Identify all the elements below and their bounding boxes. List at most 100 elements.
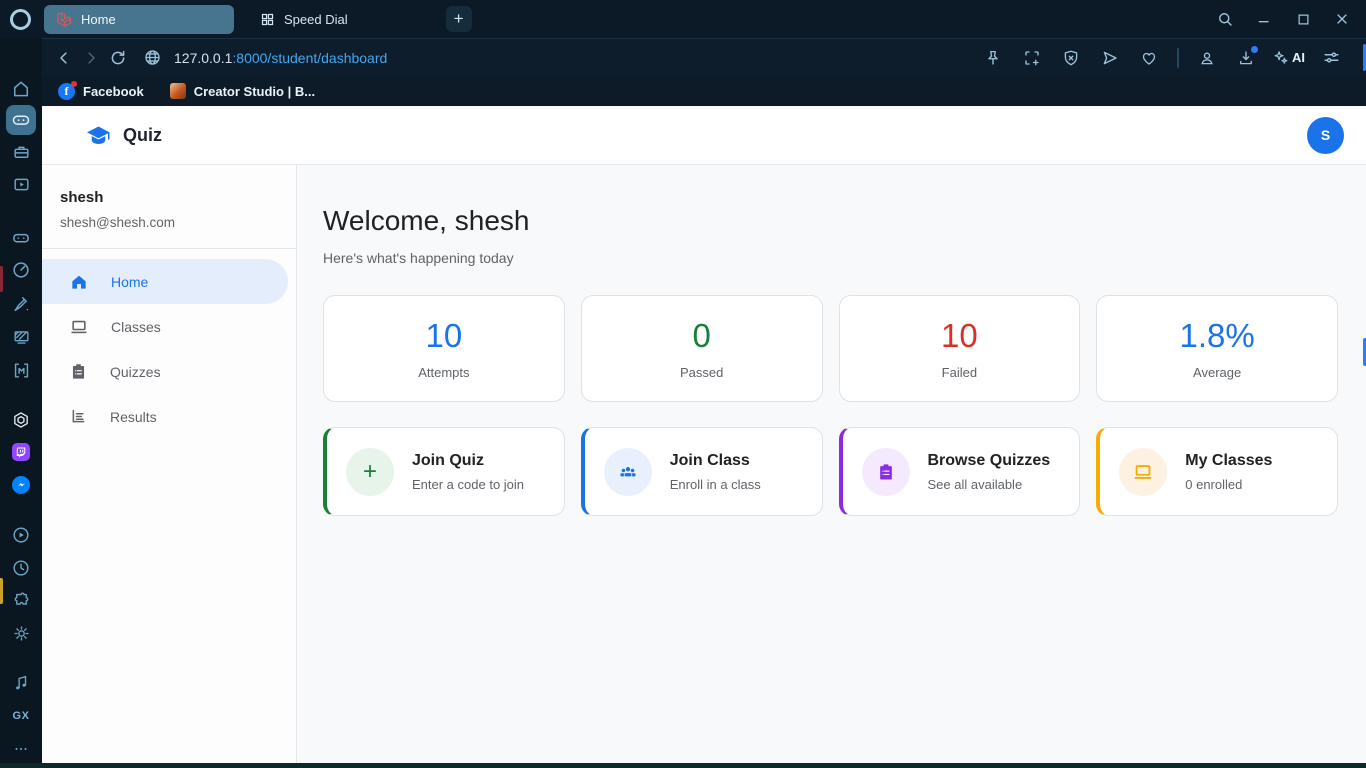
url-path: :8000/student/dashboard — [232, 49, 388, 66]
heart-icon[interactable] — [1136, 45, 1162, 71]
action-card-my-classes[interactable]: My Classes 0 enrolled — [1096, 427, 1338, 516]
stat-value: 1.8% — [1179, 317, 1255, 354]
main-content: Welcome, shesh Here's what's happening t… — [297, 165, 1366, 763]
laptop-icon — [69, 317, 89, 337]
bookmarks-bar: f Facebook Creator Studio | B... — [42, 76, 1366, 106]
avatar[interactable]: S — [1307, 116, 1344, 154]
action-subtitle: Enter a code to join — [412, 476, 525, 492]
clipboard-icon — [861, 447, 910, 496]
page-title: Quiz — [123, 124, 162, 145]
console-icon[interactable] — [6, 223, 36, 253]
tab-speed-dial[interactable]: Speed Dial — [250, 12, 358, 27]
sidebar-item-label: Classes — [111, 318, 161, 335]
minimize-icon[interactable] — [1250, 5, 1278, 33]
action-subtitle: Enroll in a class — [669, 476, 761, 492]
tab-label: Home — [81, 11, 116, 27]
stat-card-passed: 0 Passed — [580, 295, 823, 402]
extensions-puzzle-icon[interactable] — [6, 585, 36, 615]
url-field[interactable]: 127.0.0.1:8000/student/dashboard — [174, 50, 387, 66]
messenger-icon[interactable] — [6, 470, 36, 500]
laravel-favicon-icon — [56, 11, 72, 27]
wallpaper-icon[interactable] — [6, 322, 36, 352]
action-card-join-class[interactable]: Join Class Enroll in a class — [580, 427, 823, 516]
webpage: Quiz S shesh shesh@shesh.com Home Classe… — [42, 106, 1366, 763]
ai-button[interactable]: AI — [1272, 49, 1305, 66]
sidebar-item-classes[interactable]: Classes — [42, 304, 296, 349]
settings-gear-icon[interactable] — [6, 618, 36, 648]
window-controls — [1211, 5, 1366, 33]
action-card-browse-quizzes[interactable]: Browse Quizzes See all available — [838, 427, 1081, 516]
stat-value: 10 — [941, 317, 978, 354]
stat-card-attempts: 10 Attempts — [323, 295, 565, 402]
bookmark-facebook[interactable]: f Facebook — [58, 80, 144, 100]
play-circle-icon[interactable] — [6, 520, 36, 550]
video-popout-icon[interactable] — [6, 169, 36, 199]
address-bar-actions: AI — [980, 45, 1366, 71]
back-icon[interactable] — [50, 44, 77, 71]
action-title: Browse Quizzes — [927, 451, 1051, 469]
adblock-shield-icon[interactable] — [1058, 45, 1084, 71]
toolkit-icon[interactable] — [6, 137, 36, 167]
stat-card-failed: 10 Failed — [838, 295, 1081, 402]
music-note-icon[interactable] — [6, 668, 36, 698]
stats-row: 10 Attempts 0 Passed 10 Failed 1.8% Aver… — [323, 295, 1338, 402]
download-icon[interactable] — [1233, 45, 1259, 71]
stat-label: Failed — [941, 365, 978, 380]
page-header: Quiz S — [42, 106, 1366, 165]
chatgpt-icon[interactable] — [6, 405, 36, 435]
action-title: My Classes — [1185, 451, 1273, 469]
results-list-icon — [69, 407, 88, 426]
url-host: 127.0.0.1 — [174, 49, 233, 66]
search-icon[interactable] — [1211, 5, 1239, 33]
creator-studio-favicon-icon — [169, 83, 186, 99]
cleaner-broom-icon[interactable] — [6, 289, 36, 319]
plus-icon: + — [453, 9, 464, 28]
snapshot-icon[interactable] — [1019, 45, 1045, 71]
send-icon[interactable] — [1097, 45, 1123, 71]
history-clock-icon[interactable] — [6, 553, 36, 583]
opera-logo-icon[interactable] — [10, 8, 31, 30]
divider — [1177, 47, 1179, 68]
sidebar-item-results[interactable]: Results — [42, 394, 296, 439]
maximize-icon[interactable] — [1289, 5, 1317, 33]
stat-label: Passed — [679, 365, 724, 380]
page-body: shesh shesh@shesh.com Home Classes Quizz… — [42, 165, 1366, 763]
app-sidebar: shesh shesh@shesh.com Home Classes Quizz… — [42, 165, 297, 763]
action-card-join-quiz[interactable]: + Join Quiz Enter a code to join — [323, 427, 565, 516]
stat-value: 0 — [692, 317, 711, 354]
ai-label: AI — [1292, 50, 1305, 65]
laptop-icon — [1119, 447, 1168, 496]
pin-icon[interactable] — [980, 45, 1006, 71]
gx-label[interactable]: GX — [6, 701, 36, 731]
facebook-icon: f — [58, 80, 77, 100]
bookmark-creator-studio[interactable]: Creator Studio | B... — [169, 83, 315, 99]
reload-icon[interactable] — [104, 44, 131, 71]
stat-label: Attempts — [418, 365, 470, 380]
user-name: shesh — [60, 189, 104, 206]
new-tab-button[interactable]: + — [445, 6, 472, 32]
stat-label: Average — [1193, 365, 1242, 380]
tune-icon[interactable] — [1318, 45, 1344, 71]
forward-icon[interactable] — [77, 44, 104, 71]
more-dots-icon[interactable] — [6, 734, 36, 764]
gx-corner-controller-icon[interactable] — [6, 105, 36, 135]
action-subtitle: 0 enrolled — [1185, 476, 1243, 492]
close-icon[interactable] — [1328, 5, 1356, 33]
speedometer-icon[interactable] — [6, 255, 36, 285]
sidebar-item-home[interactable]: Home — [42, 259, 288, 304]
sidebar-item-label: Results — [110, 408, 157, 425]
home-icon[interactable] — [6, 74, 36, 104]
mods-icon[interactable] — [6, 355, 36, 385]
clipboard-icon — [69, 362, 88, 381]
twitch-icon[interactable] — [6, 437, 36, 467]
sidebar-nav: Home Classes Quizzes Results — [42, 259, 296, 439]
tab-home[interactable]: Home — [44, 4, 234, 34]
profile-icon[interactable] — [1194, 45, 1220, 71]
sidebar-item-quizzes[interactable]: Quizzes — [42, 349, 296, 394]
action-subtitle: See all available — [927, 476, 1023, 492]
user-block: shesh shesh@shesh.com — [42, 165, 296, 249]
app-brand[interactable]: Quiz — [85, 122, 162, 149]
window-bottom-edge — [0, 763, 1366, 768]
sidebar-item-label: Quizzes — [110, 363, 161, 380]
globe-icon[interactable] — [139, 44, 166, 71]
